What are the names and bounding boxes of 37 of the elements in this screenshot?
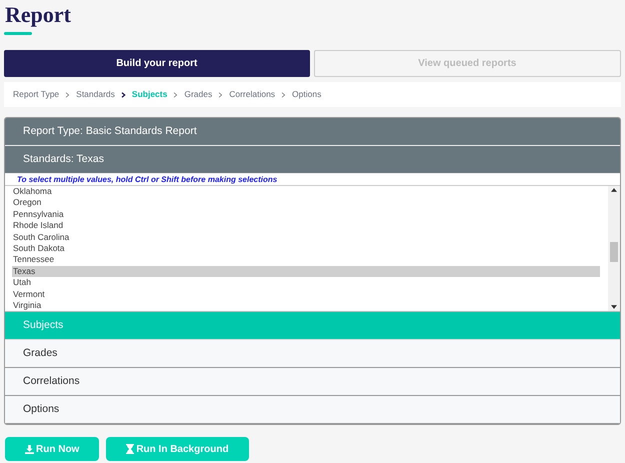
hint-text: To select multiple values, hold Ctrl or Shift before making selections [5,174,620,186]
scroll-up-icon[interactable] [611,188,617,192]
state-listbox[interactable]: Oklahoma Oregon Pennsylvania Rhode Island South Carolina South Dakota Tennessee Texas Utah Vermont Virginia [5,186,620,312]
listbox-option[interactable]: South Dakota [12,242,600,254]
breadcrumb-link[interactable]: Correlations [229,88,276,101]
chevron-icon [65,92,70,98]
accordion-header[interactable]: Options [5,396,620,424]
breadcrumb-link[interactable]: Standards [76,88,115,101]
chevron-icon [281,92,286,98]
listbox-option[interactable]: Pennsylvania [12,208,600,220]
scroll-down-icon[interactable] [611,305,617,309]
scrollbar-thumb[interactable] [610,242,618,262]
accordion-header[interactable]: Report Type: Basic Standards Report [5,118,620,146]
scrollbar[interactable] [608,186,620,311]
breadcrumb-link[interactable]: Grades [184,88,212,101]
listbox-option[interactable]: Virginia [12,300,600,312]
download-icon [25,444,34,454]
listbox-option[interactable]: Texas [12,266,600,278]
chevron-icon [120,92,126,98]
page-title: Report [5,2,71,28]
listbox-option[interactable]: Oklahoma [12,186,600,198]
tab[interactable]: Build your report [4,50,310,77]
breadcrumb-link[interactable]: Report Type [13,88,60,101]
accordion-header[interactable]: Correlations [5,368,620,396]
accordion-header[interactable]: Grades [5,340,620,368]
listbox-option[interactable]: Rhode Island [12,220,600,232]
listbox-option[interactable]: Oregon [12,197,600,209]
chevron-icon [173,92,178,98]
breadcrumb-link[interactable]: Options [292,88,322,101]
title-underline [4,32,32,35]
hourglass-icon [126,444,134,454]
listbox-option[interactable]: Tennessee [12,254,600,266]
listbox-option[interactable]: Vermont [12,288,600,300]
chevron-icon [218,92,224,98]
accordion-header[interactable]: Standards: Texas [5,146,620,174]
listbox-option[interactable]: South Carolina [12,232,600,243]
listbox-option[interactable]: Utah [12,277,600,289]
